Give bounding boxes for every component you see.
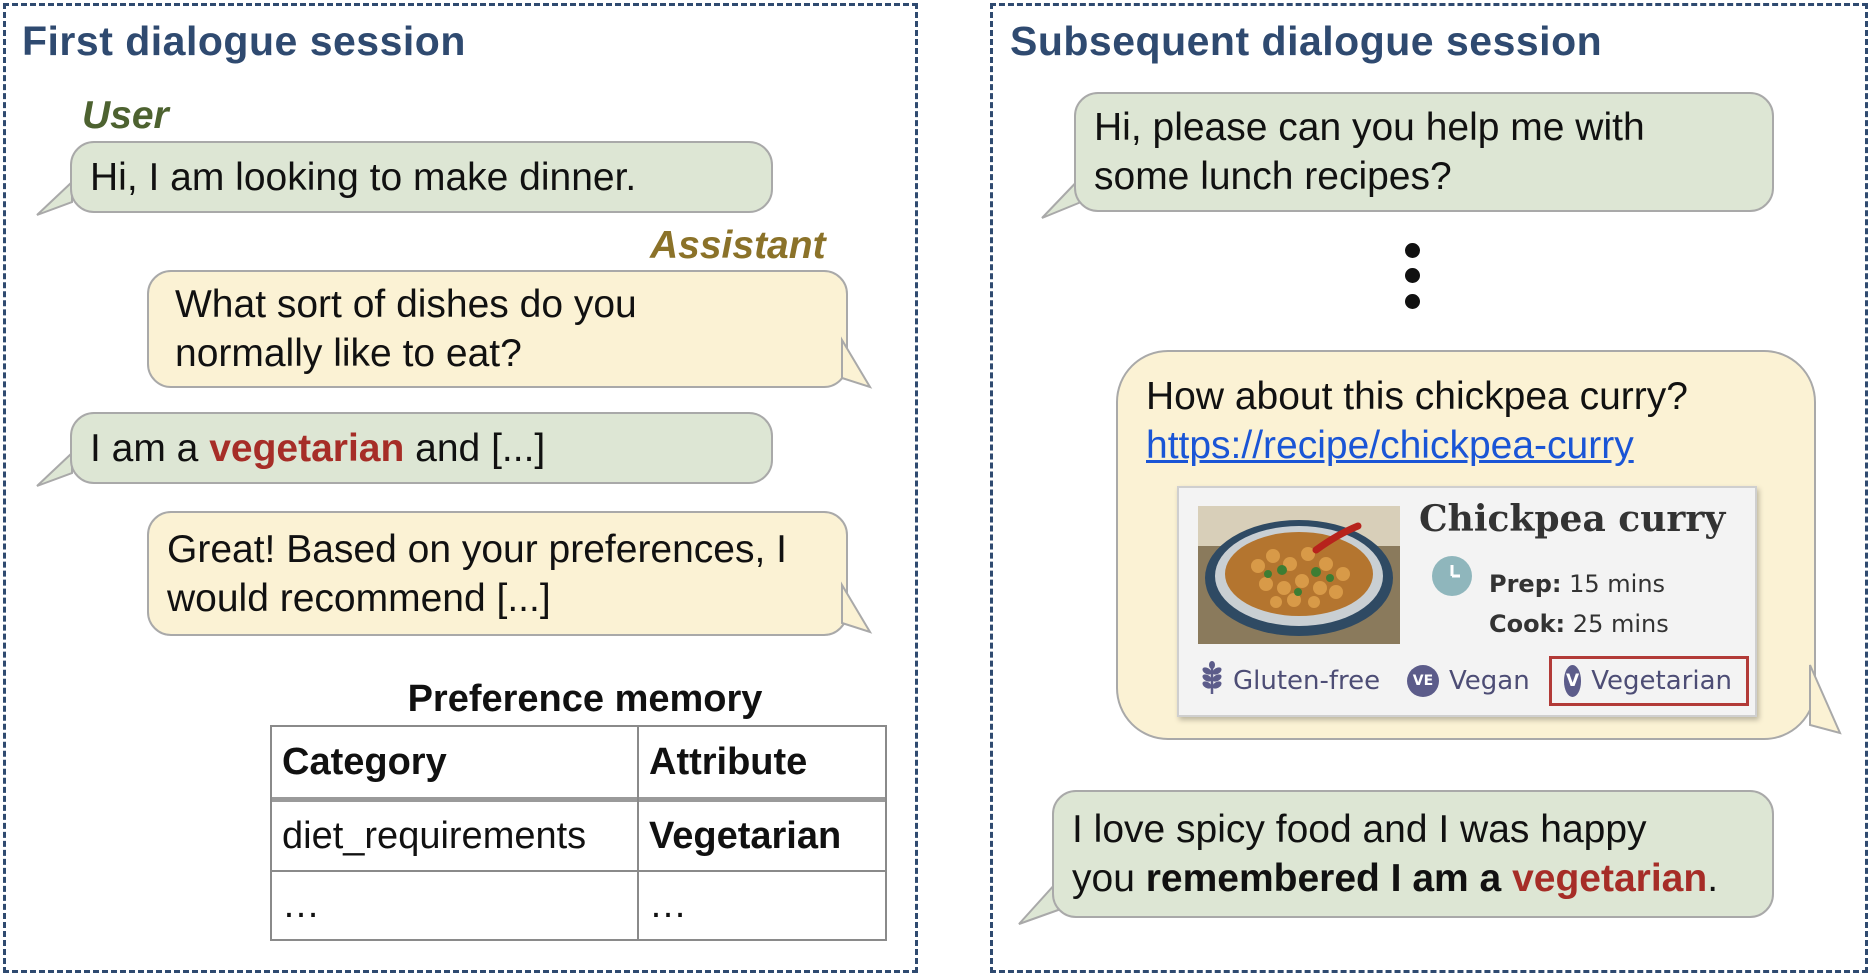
user-message-4-line2: you remembered I am a vegetarian. — [1072, 854, 1718, 903]
user-message-4-post: . — [1707, 857, 1719, 900]
memory-cell-ellipsis: … — [282, 884, 320, 926]
preference-memory-table: Category Attribute diet_requirements Veg… — [270, 725, 887, 941]
wheat-icon — [1201, 660, 1223, 702]
vegetarian-badge-icon: V — [1564, 665, 1582, 697]
recipe-card[interactable]: Chickpea curry Prep: 15 mins Cook: 25 mi… — [1177, 486, 1757, 717]
ellipsis-dot — [1405, 268, 1420, 283]
user-message-3-line1: Hi, please can you help me with — [1094, 106, 1645, 149]
recipe-link[interactable]: https://recipe/chickpea-curry — [1146, 421, 1688, 470]
user-message-4-line1: I love spicy food and I was happy — [1072, 808, 1647, 851]
tag-gluten-free-label: Gluten-free — [1233, 666, 1381, 696]
assistant-bubble-tail — [1809, 664, 1842, 735]
user-message-4-bold: remembered I am a — [1145, 857, 1513, 900]
ellipsis-dot — [1405, 294, 1420, 309]
cook-time: Cook: 25 mins — [1489, 610, 1669, 638]
memory-header-category: Category — [282, 740, 447, 783]
tag-vegan: VE Vegan — [1407, 656, 1530, 706]
preference-memory-title: Preference memory — [407, 678, 763, 720]
assistant-bubble-tail — [841, 336, 873, 389]
user-message-4-pre: you — [1072, 857, 1146, 900]
user-message-2-pre: I am a — [90, 426, 210, 470]
user-message-4: I love spicy food and I was happy you re… — [1052, 790, 1774, 918]
memory-cell-category: diet_requirements — [282, 814, 587, 857]
clock-icon — [1432, 556, 1472, 596]
memory-cell-ellipsis: … — [649, 884, 687, 926]
recipe-title: Chickpea curry — [1419, 498, 1726, 540]
assistant-message-3-text: How about this chickpea curry? — [1146, 375, 1688, 418]
vegan-badge-icon: VE — [1407, 665, 1439, 697]
tag-gluten-free: Gluten-free — [1201, 656, 1380, 706]
cook-value: 25 mins — [1572, 610, 1669, 638]
assistant-message-1-line2: normally like to eat? — [175, 332, 522, 375]
user-message-1: Hi, I am looking to make dinner. — [70, 141, 773, 213]
user-message-3: Hi, please can you help me with some lun… — [1074, 92, 1774, 212]
assistant-message-2-line2: would recommend [...] — [167, 576, 551, 620]
assistant-message-2: Great! Based on your preferences, I woul… — [147, 511, 848, 636]
assistant-label: Assistant — [650, 224, 826, 267]
user-message-2-post: and [...] — [404, 426, 546, 470]
assistant-bubble-tail — [841, 581, 873, 634]
tag-vegetarian: V Vegetarian — [1549, 656, 1749, 706]
chickpea-curry-image — [1198, 506, 1400, 644]
user-message-2-highlight: vegetarian — [209, 426, 405, 470]
user-label: User — [82, 94, 169, 137]
user-message-1-text: Hi, I am looking to make dinner. — [90, 155, 637, 199]
user-message-2: I am a vegetarian and [...] — [70, 412, 773, 484]
memory-header-attribute: Attribute — [649, 740, 808, 783]
prep-time: Prep: 15 mins — [1489, 570, 1665, 598]
tag-vegetarian-label: Vegetarian — [1591, 666, 1732, 696]
assistant-message-1-line1: What sort of dishes do you — [175, 283, 637, 326]
user-message-3-line2: some lunch recipes? — [1094, 155, 1452, 198]
assistant-message-1: What sort of dishes do you normally like… — [147, 270, 848, 388]
user-message-4-highlight: vegetarian — [1512, 857, 1708, 900]
memory-cell-attribute: Vegetarian — [649, 814, 842, 857]
tag-vegan-label: Vegan — [1449, 666, 1530, 696]
first-session-title: First dialogue session — [22, 18, 466, 64]
ellipsis-dot — [1405, 243, 1420, 258]
assistant-message-2-line1: Great! Based on your preferences, I — [167, 527, 788, 571]
subsequent-session-title: Subsequent dialogue session — [1010, 18, 1603, 64]
prep-value: 15 mins — [1569, 570, 1666, 598]
cook-label: Cook: — [1489, 610, 1566, 638]
prep-label: Prep: — [1489, 570, 1562, 598]
